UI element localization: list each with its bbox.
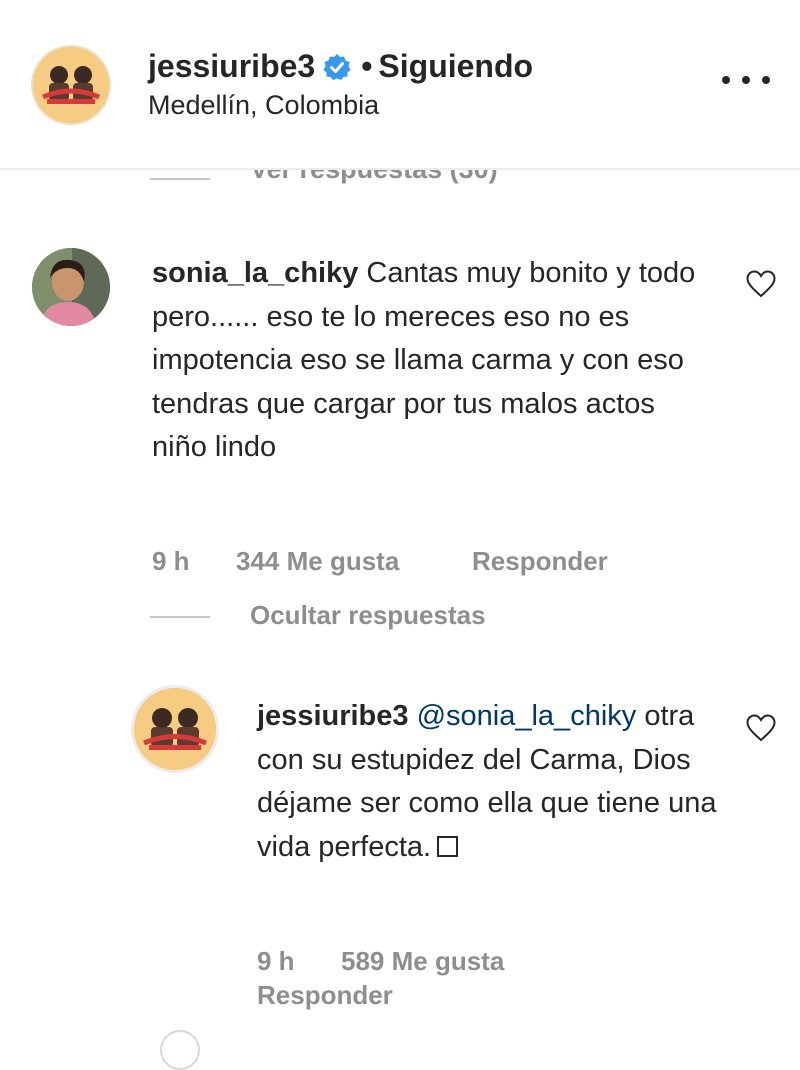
missing-emoji-icon bbox=[437, 835, 459, 857]
view-replies-line bbox=[150, 178, 210, 180]
reply-reply-button[interactable]: Responder bbox=[257, 980, 393, 1011]
reply-body: jessiuribe3 @sonia_la_chiky otra con su … bbox=[257, 695, 727, 869]
heart-icon[interactable] bbox=[746, 714, 776, 742]
comment-reply-button[interactable]: Responder bbox=[472, 546, 608, 577]
reply-time[interactable]: 9 h bbox=[257, 946, 295, 977]
verified-badge-icon bbox=[323, 53, 351, 80]
comment-likes[interactable]: 344 Me gusta bbox=[236, 546, 399, 577]
next-comment-avatar[interactable] bbox=[160, 1030, 200, 1070]
reply-mention-link[interactable]: @sonia_la_chiky bbox=[417, 700, 637, 732]
reply-avatar-image bbox=[134, 688, 216, 770]
comment-body: sonia_la_chiky Cantas muy bonito y todo … bbox=[152, 252, 712, 470]
profile-avatar-image bbox=[33, 47, 109, 123]
comment-avatar[interactable] bbox=[32, 248, 110, 326]
location-link[interactable]: Medellín, Colombia bbox=[148, 90, 379, 121]
header-title-row: jessiuribe3 • Siguiendo bbox=[148, 48, 533, 85]
header-username[interactable]: jessiuribe3 bbox=[148, 48, 315, 85]
reply-avatar[interactable] bbox=[131, 685, 219, 773]
header-separator: • bbox=[361, 48, 373, 84]
reply-username[interactable]: jessiuribe3 bbox=[257, 700, 409, 732]
comment-username[interactable]: sonia_la_chiky bbox=[152, 257, 358, 289]
heart-icon[interactable] bbox=[746, 270, 776, 298]
comment-time[interactable]: 9 h bbox=[152, 546, 190, 577]
follow-status-button[interactable]: Siguiendo bbox=[378, 48, 533, 85]
hide-replies-line bbox=[150, 616, 210, 618]
reply-likes[interactable]: 589 Me gusta bbox=[341, 946, 504, 977]
comment-avatar-image bbox=[32, 248, 110, 326]
hide-replies-button[interactable]: Ocultar respuestas bbox=[250, 600, 486, 631]
profile-avatar[interactable] bbox=[31, 45, 111, 125]
view-replies-button[interactable]: Ver respuestas (30) bbox=[250, 170, 498, 185]
more-options-icon[interactable] bbox=[722, 62, 770, 98]
clipped-view-replies-row: Ver respuestas (30) bbox=[0, 170, 800, 194]
